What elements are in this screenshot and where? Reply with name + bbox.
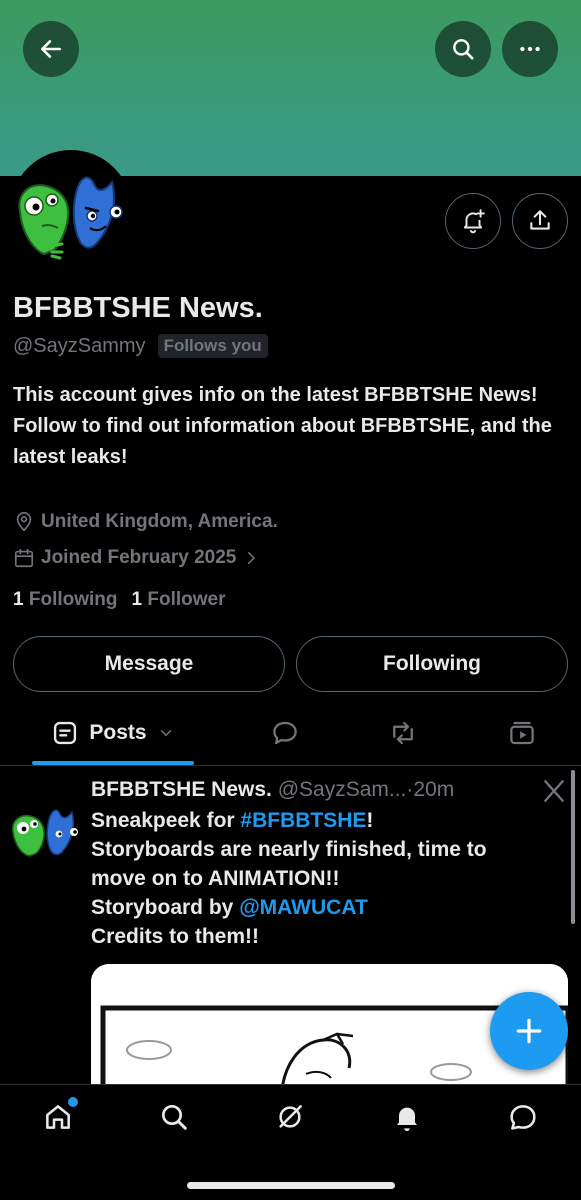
post-header: BFBBTSHE News. @SayzSam...·20m [91,778,454,802]
chevron-right-icon [248,552,256,564]
post-avatar[interactable] [10,794,82,866]
location-row: United Kingdom, America. [13,511,278,533]
followers-count: 1 [131,589,143,610]
location-pin-icon [16,512,32,532]
plus-icon [516,1018,542,1044]
search-icon [162,1105,187,1130]
calendar-icon [14,548,34,568]
post-line: Storyboards are nearly finished, time to [91,838,487,861]
bio-line: Follow to find out information about BFB… [13,415,552,468]
post-time: 20m [413,778,455,801]
more-button[interactable] [502,21,558,77]
tab-replies[interactable] [255,700,315,766]
posts-icon [54,721,77,745]
nav-search[interactable] [144,1099,204,1135]
more-horizontal-icon [520,46,540,52]
post-author-handle[interactable]: @SayzSam... [278,778,407,801]
joined-row[interactable]: Joined February 2025 [13,547,260,569]
repost-icon [393,721,413,745]
profile-banner [0,0,581,176]
profile-name: BFBBTSHE News. [13,292,263,324]
notifications-subscribe-button[interactable] [445,193,501,249]
following-stat[interactable]: 1 Following [13,589,118,611]
grok-icon[interactable] [541,778,567,804]
compose-button[interactable] [490,992,568,1070]
nav-notifications[interactable] [377,1099,437,1135]
home-indicator[interactable] [187,1182,395,1189]
handle-row: @SayzSammy Follows you [13,334,268,358]
mention-link[interactable]: @MAWUCAT [239,896,368,919]
message-button[interactable]: Message [13,636,285,692]
profile-handle: @SayzSammy [13,334,146,357]
message-bubble-icon [510,1105,536,1130]
post-body: Sneakpeek for #BFBBTSHE! Storyboards are… [91,806,561,951]
avatar-image [14,154,128,268]
grok-icon [279,1105,302,1128]
post-line: Credits to them!! [91,925,259,948]
bell-plus-icon [463,209,485,234]
profile-bio: This account gives info on the latest BF… [13,380,568,473]
nav-messages[interactable] [493,1099,553,1135]
bell-icon [397,1107,417,1131]
share-icon [530,210,550,230]
tab-media[interactable] [492,700,552,766]
post-author-name[interactable]: BFBBTSHE News. [91,778,272,801]
post-text: ! [366,809,374,832]
reply-icon [273,721,297,745]
following-button[interactable]: Following [296,636,568,692]
post-line: Sneakpeek for #BFBBTSHE! [91,806,561,835]
bio-line: This account gives info on the latest BF… [13,384,538,406]
nav-home[interactable] [28,1097,88,1135]
hashtag-link[interactable]: #BFBBTSHE [240,809,366,832]
search-icon [453,39,474,60]
tab-posts[interactable]: Posts [32,700,194,766]
post-line: move on to ANIMATION!! [91,867,340,890]
back-button[interactable] [23,21,79,77]
tab-posts-label: Posts [89,721,147,744]
search-button[interactable] [435,21,491,77]
arrow-left-icon [41,40,61,58]
post-text: Sneakpeek for [91,809,241,832]
profile-tabs: Posts [0,700,581,766]
scrollbar[interactable] [571,770,575,924]
joined-text: Joined February 2025 [41,547,237,568]
following-count: 1 [13,589,24,610]
home-notification-dot [68,1097,78,1107]
followers-label: Follower [147,589,226,610]
post-text: Storyboard by [91,896,240,919]
follow-stats: 1 Following 1 Follower [13,589,226,611]
chevron-down-icon [160,730,171,736]
tab-active-indicator [32,761,194,765]
follows-you-badge: Follows you [157,334,268,358]
tab-reposts[interactable] [373,700,433,766]
location-text: United Kingdom, America. [41,511,278,532]
profile-avatar[interactable] [10,150,132,272]
following-label: Following [28,589,118,610]
followers-stat[interactable]: 1 Follower [132,589,226,611]
nav-grok[interactable] [260,1099,320,1135]
post-line: Storyboard by @MAWUCAT [91,893,561,922]
media-icon [510,721,534,745]
post-avatar-image [10,794,82,866]
share-button[interactable] [512,193,568,249]
